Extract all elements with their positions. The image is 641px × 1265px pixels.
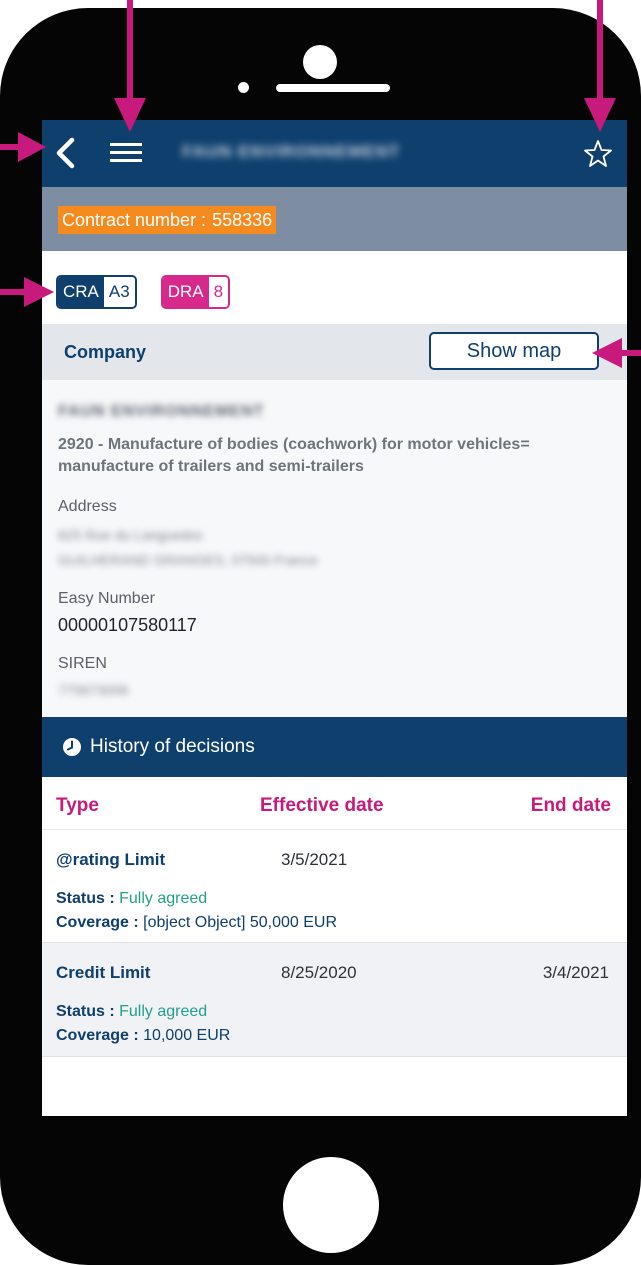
table-row[interactable]: Credit Limit 8/25/2020 3/4/2021 Status :… (42, 943, 627, 1057)
address-label: Address (58, 498, 117, 515)
company-details: FAUN ENVIRONNEMENT 2920 - Manufacture of… (42, 380, 627, 717)
favorite-button[interactable] (582, 138, 614, 170)
cra-badge-value: A3 (103, 277, 135, 307)
cra-badge[interactable]: CRA A3 (56, 275, 137, 309)
easy-number-label: Easy Number (58, 590, 155, 607)
company-title-header: FAUN ENVIRONNEMENT (182, 142, 401, 161)
effective-date: 8/25/2020 (281, 963, 357, 982)
annotation-arrow-menu (114, 0, 146, 132)
status-value: Fully agreed (119, 890, 208, 907)
easy-number-value: 00000107580117 (58, 615, 197, 635)
star-outline-icon (584, 140, 612, 167)
status-label: Status : (56, 890, 115, 907)
status-line: Status : Fully agreed (56, 890, 207, 908)
end-date: 3/4/2021 (542, 963, 609, 982)
front-camera (303, 45, 337, 79)
column-end-date: End date (530, 795, 611, 816)
address-line-2: GUILHERAND GRANGES, 07500 France (58, 552, 318, 568)
clock-icon (63, 738, 81, 756)
coverage-value: 10,000 EUR (143, 1027, 231, 1044)
proximity-sensor (238, 82, 249, 93)
status-label: Status : (56, 1003, 115, 1020)
coverage-value: [object Object] 50,000 EUR (143, 914, 338, 931)
company-activity: 2920 - Manufacture of bodies (coachwork)… (58, 436, 530, 475)
stage: FAUN ENVIRONNEMENT Contract number : 558… (0, 0, 641, 1265)
column-type: Type (56, 795, 99, 816)
contract-number-value: 558336 (212, 210, 273, 230)
home-button[interactable] (283, 1157, 379, 1253)
company-section-header: Company Show map (42, 324, 627, 380)
history-title: History of decisions (90, 736, 255, 757)
contract-number-label: Contract number : (62, 210, 207, 230)
history-section-header: History of decisions (42, 717, 627, 777)
table-row[interactable]: @rating Limit 3/5/2021 Status : Fully ag… (42, 830, 627, 943)
show-map-button[interactable]: Show map (429, 332, 599, 370)
dra-badge-value: 8 (208, 277, 229, 307)
siren-label: SIREN (58, 655, 107, 672)
menu-button[interactable] (106, 136, 146, 170)
status-line: Status : Fully agreed (56, 1003, 207, 1021)
coverage-label: Coverage : (56, 1027, 139, 1044)
decision-type: @rating Limit (56, 850, 166, 869)
dra-badge[interactable]: DRA 8 (160, 275, 231, 309)
dra-badge-key: DRA (162, 277, 209, 307)
contract-number-chip: Contract number : 558336 (58, 206, 277, 234)
rating-badges: CRA A3 DRA 8 (56, 275, 254, 309)
coverage-line: Coverage : [object Object] 50,000 EUR (56, 914, 337, 932)
cra-badge-key: CRA (58, 277, 104, 307)
hamburger-menu-icon (110, 143, 142, 162)
annotation-arrow-back (0, 132, 46, 162)
earpiece-speaker (276, 84, 390, 92)
address-line-1: 625 Rue du Languedoc (58, 527, 204, 543)
back-button[interactable] (48, 134, 84, 172)
coverage-line: Coverage : 10,000 EUR (56, 1027, 230, 1045)
company-section-title: Company (64, 342, 147, 362)
column-effective-date: Effective date (260, 795, 384, 816)
annotation-arrow-favorite (584, 0, 616, 132)
annotation-arrow-show-map (592, 338, 641, 368)
effective-date: 3/5/2021 (281, 850, 348, 869)
coverage-label: Coverage : (56, 914, 139, 931)
app-screen: FAUN ENVIRONNEMENT Contract number : 558… (42, 120, 627, 1116)
annotation-arrow-ratings (0, 277, 54, 307)
chevron-left-icon (56, 137, 75, 169)
siren-value: 775673008 (58, 682, 129, 698)
company-name: FAUN ENVIRONNEMENT (58, 403, 265, 420)
decision-type: Credit Limit (56, 963, 151, 982)
history-table-header: Type Effective date End date (42, 777, 627, 830)
contract-bar: Contract number : 558336 (42, 187, 627, 251)
status-value: Fully agreed (119, 1003, 208, 1020)
